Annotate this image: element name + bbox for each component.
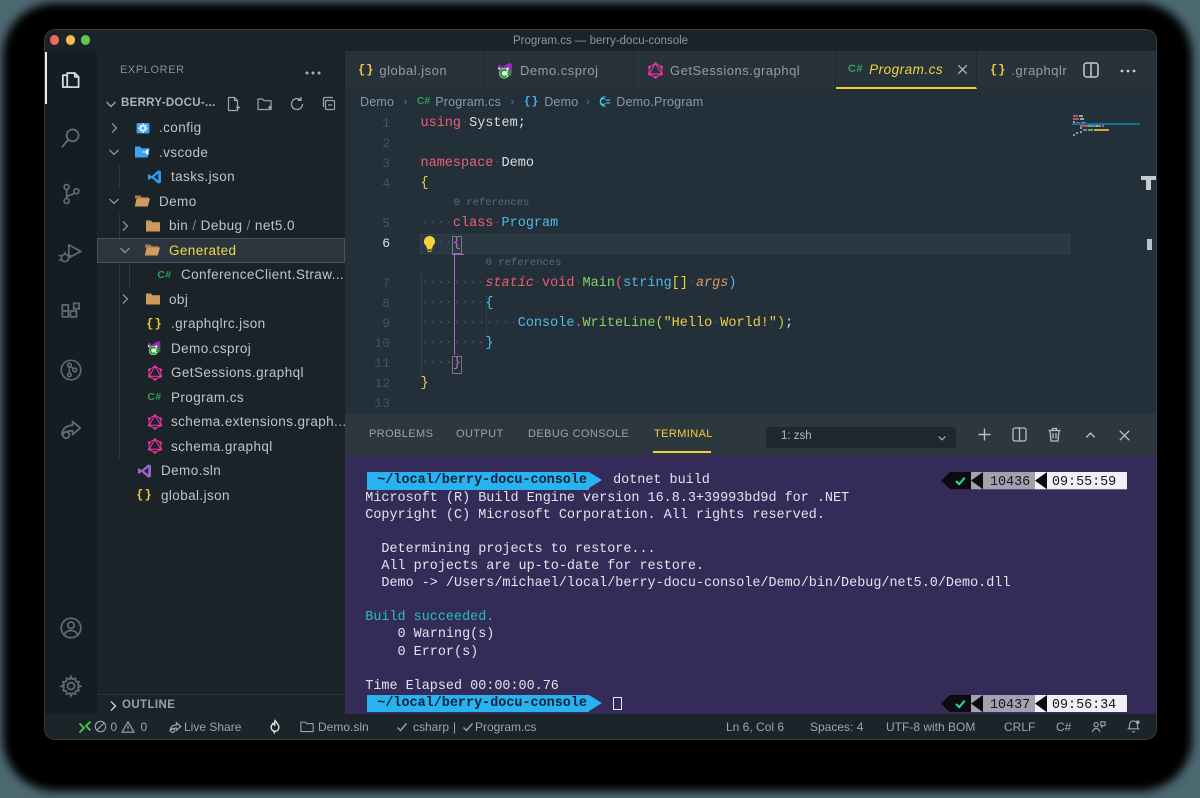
svg-text:09:56:34: 09:56:34	[1052, 698, 1116, 712]
svg-text:10437: 10437	[990, 698, 1030, 712]
svg-text:09:55:59: 09:55:59	[1052, 475, 1116, 489]
svg-text:10436: 10436	[990, 475, 1030, 489]
